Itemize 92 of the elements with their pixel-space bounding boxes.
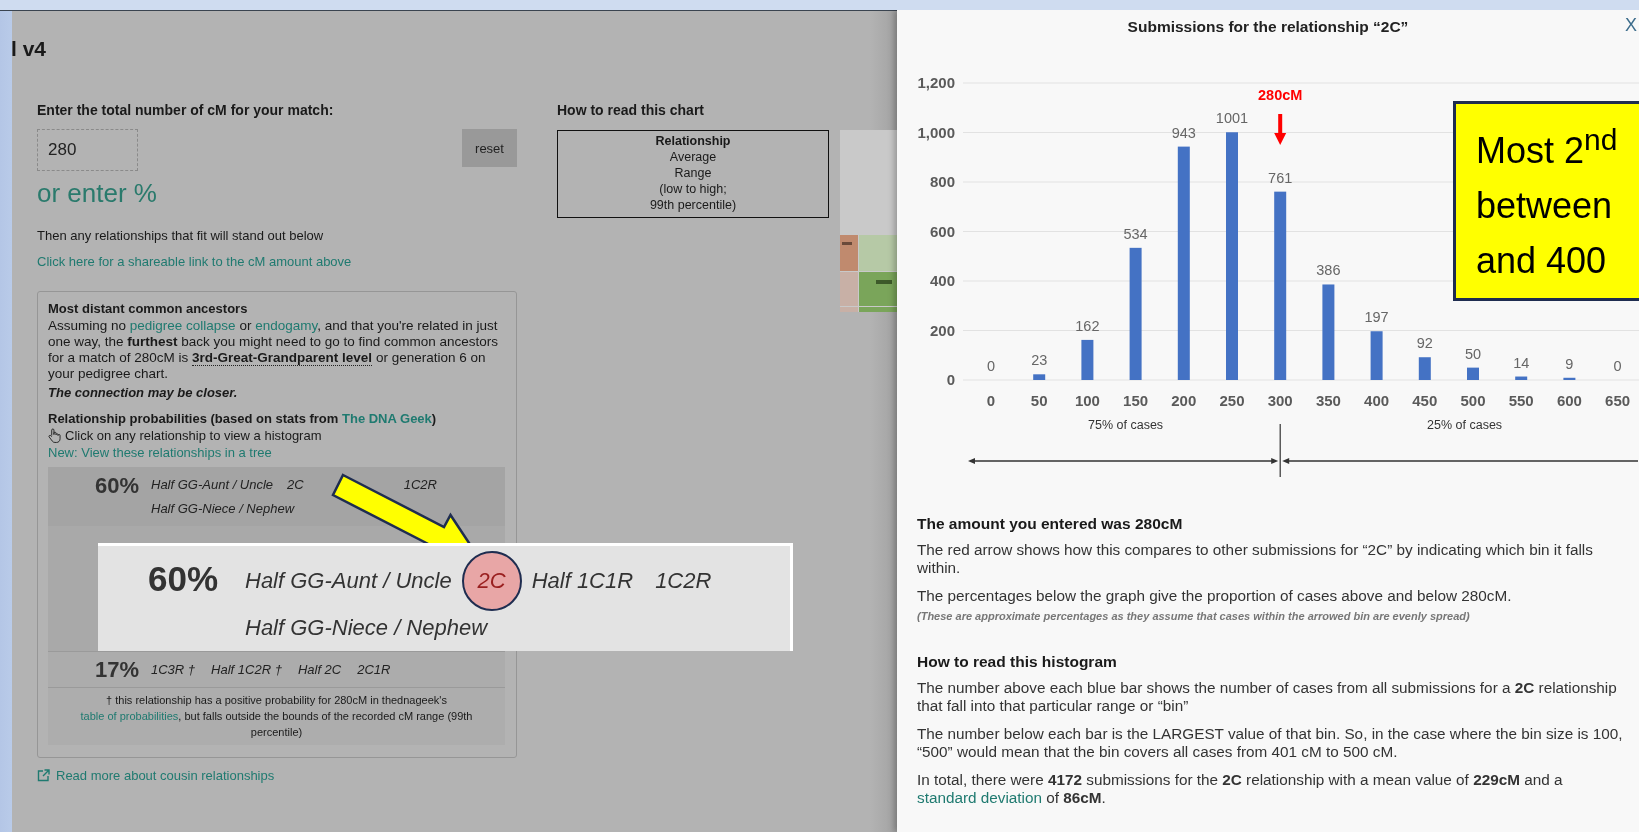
hint-text: Then any relationships that fit will stand out below bbox=[37, 228, 324, 243]
section-heading: How to read this chart bbox=[557, 101, 706, 119]
axis-label: 150 bbox=[1123, 392, 1149, 409]
paragraph: In total, there were 4172 submissions for the 2C relationship with a mean value of 229cM and a standard deviation of 86cM. bbox=[917, 771, 1564, 807]
field-label: Enter the total number of cM for your match: bbox=[37, 101, 334, 119]
axis-label: 1,200 bbox=[917, 74, 955, 91]
axis-label: 0 bbox=[986, 392, 996, 409]
marker-label: 280cM bbox=[1258, 87, 1303, 103]
ancestors-paragraph: Assuming no pedigree collapse or endogamy, and that you're related in just one way, the furthest back you might need to go to find common ancestors for a match of 280cM is 3rd-Great-Grandparent level or generation 6 on your pedigree chart. bbox=[48, 318, 499, 382]
percentage: 17% bbox=[93, 657, 140, 683]
bar-value: 23 bbox=[1031, 352, 1048, 369]
cm-input-field[interactable]: 280 bbox=[37, 129, 138, 171]
page-title: l v4 bbox=[11, 37, 48, 61]
legend-line: 99th percentile) bbox=[648, 197, 738, 213]
bar-value: 50 bbox=[1464, 345, 1482, 362]
histogram-bar bbox=[1418, 357, 1431, 380]
bar-value: 761 bbox=[1268, 169, 1293, 186]
section-heading: How to read this histogram bbox=[917, 653, 1118, 671]
legend-line: Average bbox=[668, 149, 718, 165]
relationship-link[interactable]: 1C2R bbox=[655, 561, 712, 602]
relationship-link[interactable]: 1C2R bbox=[403, 473, 437, 497]
bar-value: 9 bbox=[1565, 355, 1574, 372]
axis-label: 650 bbox=[1605, 392, 1631, 409]
legend-line: (low to high; bbox=[658, 181, 728, 197]
axis-label: 1,000 bbox=[917, 123, 955, 141]
axis-label: 200 bbox=[929, 321, 955, 339]
range-label: 25% of cases bbox=[1427, 418, 1503, 432]
reset-button[interactable]: reset bbox=[462, 129, 517, 167]
bar-value: 943 bbox=[1171, 124, 1196, 141]
footnote: † this relationship has a positive probability for 280cM in thednageek's table of probabilities, but falls outside the bounds of the recorded cM range (99th percentile) bbox=[48, 688, 505, 745]
bar-value: 162 bbox=[1075, 317, 1100, 334]
note-line: and 400 bbox=[1476, 239, 1608, 283]
relationship-link[interactable]: 1C3R † bbox=[151, 657, 196, 683]
relationship-link[interactable]: Half 2C bbox=[297, 657, 342, 683]
relationship-link[interactable]: Half 1C2R † bbox=[211, 657, 282, 683]
bar-value: 1001 bbox=[1215, 110, 1249, 127]
range-label: 75% of cases bbox=[1088, 418, 1164, 432]
axis-label: 300 bbox=[1267, 392, 1293, 409]
paragraph: The number below each bar is the LARGEST value of that bin. So, in the case where the bin size is 100, “500” would mean that the bin covers all cases from 401 cM to 500 cM. bbox=[917, 725, 1624, 761]
bar-value: 534 bbox=[1123, 225, 1148, 242]
axis-label: 200 bbox=[1171, 392, 1197, 409]
axis-label: 600 bbox=[929, 222, 955, 240]
bar-value: 386 bbox=[1316, 262, 1341, 279]
paragraph: The red arrow shows how this compares to other submissions for “2C” by indicating which bin it falls within. bbox=[917, 541, 1594, 577]
axis-label: 550 bbox=[1508, 392, 1534, 409]
relationship-link[interactable]: Half GG-Aunt / Uncle bbox=[151, 473, 274, 497]
percentage: 60% bbox=[93, 473, 140, 499]
axis-label: 400 bbox=[1364, 392, 1390, 409]
close-button[interactable]: X bbox=[1625, 15, 1637, 36]
histogram-bar bbox=[1370, 331, 1383, 380]
legend-line: Range bbox=[673, 165, 713, 181]
relationship-link[interactable]: 2C bbox=[461, 551, 522, 612]
bar-value: 0 bbox=[986, 358, 996, 374]
axis-label: 800 bbox=[929, 173, 955, 190]
legend-line: Relationship bbox=[654, 133, 732, 149]
note-line: between bbox=[1476, 184, 1614, 228]
bar-value: 0 bbox=[1613, 358, 1622, 374]
bar-value: 14 bbox=[1513, 354, 1530, 371]
text-link[interactable]: standard deviation bbox=[917, 789, 1042, 806]
percentage: 60% bbox=[148, 558, 220, 600]
axis-label: 400 bbox=[929, 272, 955, 289]
axis-label: 500 bbox=[1460, 392, 1486, 409]
paragraph: The number above each blue bar shows the number of cases from all submissions for a 2C relationship that fall into that particular range or “bin” bbox=[917, 679, 1618, 715]
bar-value: 197 bbox=[1364, 309, 1389, 326]
section-heading: Most distant common ancestors bbox=[48, 301, 249, 317]
section-heading: The amount you entered was 280cM bbox=[917, 515, 1184, 533]
axis-label: 250 bbox=[1219, 392, 1245, 409]
external-link-icon bbox=[37, 769, 50, 782]
note-line: Most 2$^{nd}$ bbox=[1476, 122, 1619, 173]
relationship-link[interactable]: 2C1R bbox=[357, 657, 391, 683]
relationship-link[interactable]: Half GG-Niece / Nephew bbox=[151, 497, 295, 521]
histogram-bar bbox=[1563, 377, 1576, 380]
section-heading: Relationship probabilities (based on stats from The DNA Geek) bbox=[48, 411, 438, 427]
note-text: The connection may be closer. bbox=[48, 385, 239, 401]
axis-label: 350 bbox=[1315, 392, 1341, 409]
axis-label: 50 bbox=[1030, 392, 1048, 409]
relationship-link[interactable]: Half GG-Aunt / Uncle bbox=[245, 561, 452, 602]
axis-label: 450 bbox=[1412, 392, 1438, 409]
axis-label: 600 bbox=[1556, 392, 1582, 409]
axis-label: 0 bbox=[946, 371, 955, 388]
paragraph: The percentages below the graph give the proportion of cases above and below 280cM. bbox=[917, 587, 1513, 605]
instruction-text: Click on any relationship to view a histogram bbox=[65, 427, 322, 444]
relationship-link[interactable]: 2C bbox=[287, 473, 304, 497]
bar-value: 92 bbox=[1416, 335, 1433, 352]
histogram-bar bbox=[1081, 339, 1094, 380]
histogram-title: Submissions for the relationship “2C” bbox=[1127, 18, 1409, 36]
relationship-link[interactable]: Half 1C1R bbox=[531, 561, 634, 602]
histogram-bar bbox=[1467, 367, 1479, 380]
paragraph: (These are approximate percentages as they assume that cases within the arrowed bin are evenly spread) bbox=[917, 609, 1471, 624]
histogram-bar bbox=[1033, 374, 1046, 380]
axis-label: 100 bbox=[1074, 392, 1100, 409]
histogram-bar bbox=[1515, 376, 1528, 380]
